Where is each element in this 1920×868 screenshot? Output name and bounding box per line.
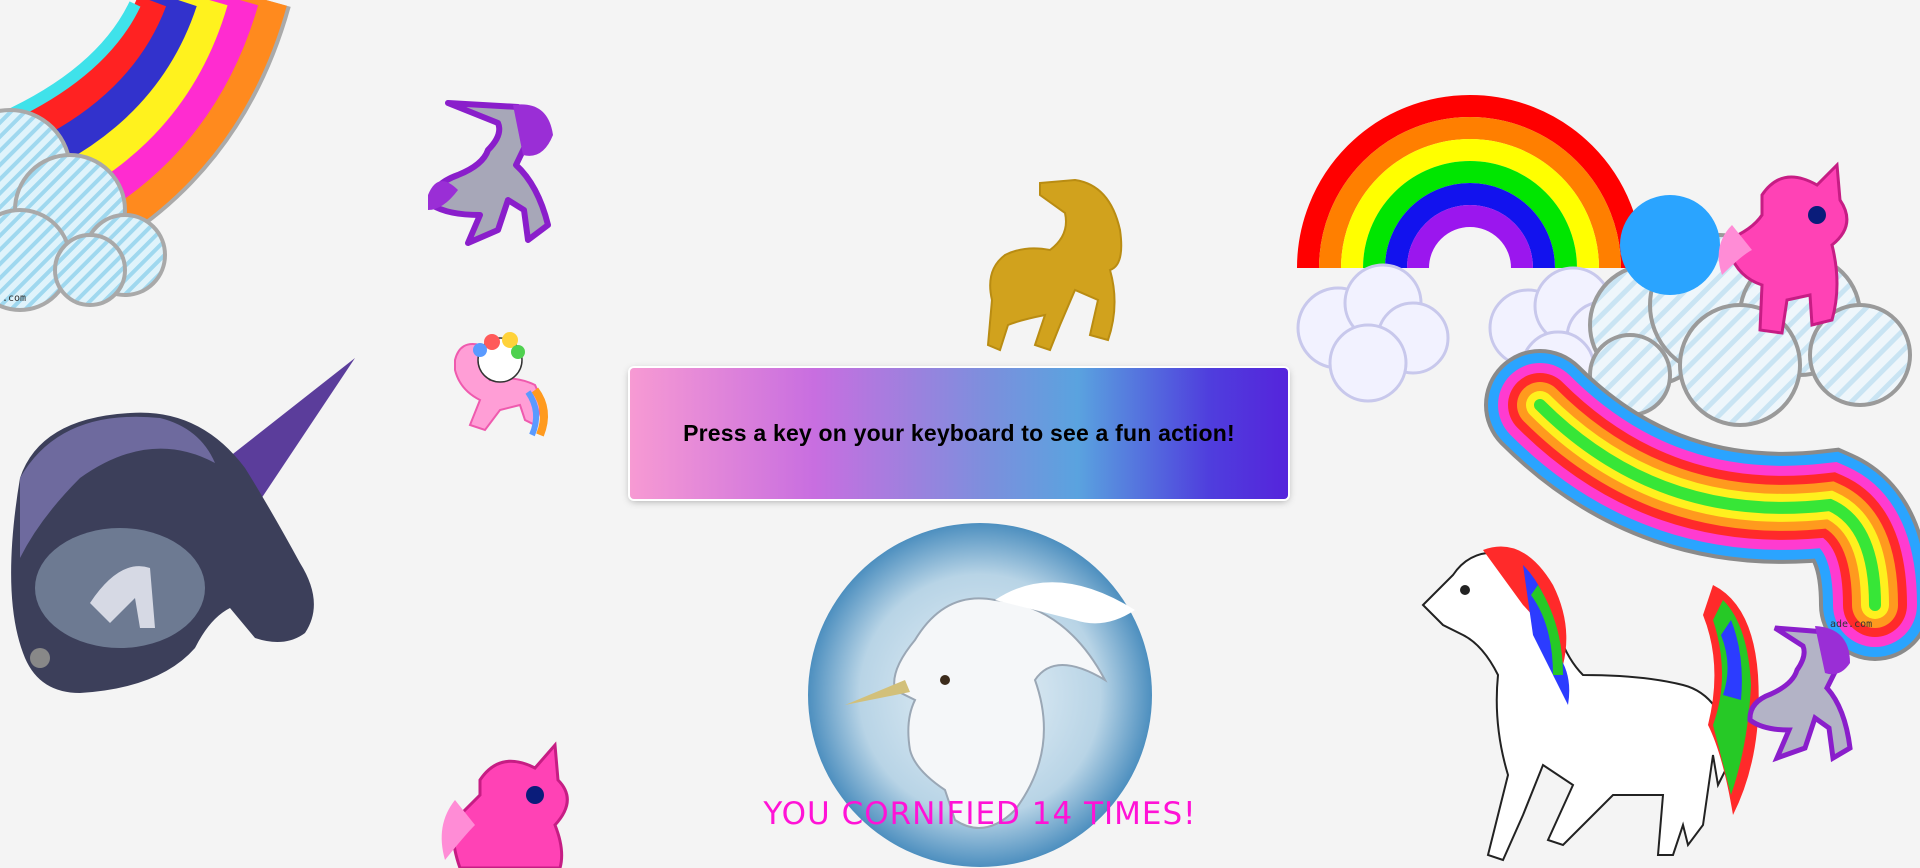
cornify-page: .com ade.com Press a key on your keyboar… <box>0 0 1920 868</box>
hello-kitty-pony-image <box>440 330 550 440</box>
prompt-banner: Press a key on your keyboard to see a fu… <box>630 368 1288 499</box>
watermark-left: .com <box>2 293 27 304</box>
small-purple-unicorn-image <box>1745 618 1855 768</box>
glitter-rainbow-top-left-image <box>0 0 291 320</box>
gold-glitter-unicorn-image <box>980 175 1135 360</box>
dark-unicorn-head-image <box>0 358 360 693</box>
cornify-counter-text: YOU CORNIFIED 14 TIMES! <box>763 796 1197 832</box>
cornify-counter: YOU CORNIFIED 14 TIMES! <box>0 796 1920 832</box>
pink-glitter-pony-top-right-image <box>1712 155 1872 340</box>
purple-glitter-unicorn-image <box>428 95 563 250</box>
prompt-text: Press a key on your keyboard to see a fu… <box>683 420 1235 446</box>
